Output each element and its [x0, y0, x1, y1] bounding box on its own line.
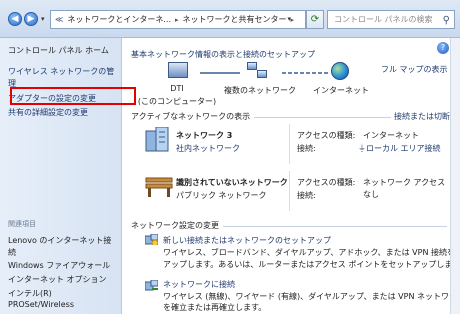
address-bar[interactable]: ≪ ネットワークとインターネ... ▸ ネットワークと共有センター ▸ ▾ [50, 10, 306, 29]
map-link-line [282, 72, 330, 74]
lenovo-internet-link-cont[interactable]: 続 [8, 247, 16, 258]
network-1-name: ネットワーク 3 [176, 131, 233, 140]
connect-disconnect-link[interactable]: 接続または切断 [391, 111, 450, 122]
new-connection-icon[interactable] [145, 234, 158, 245]
lenovo-internet-link[interactable]: Lenovo のインターネット接 [8, 235, 111, 246]
change-settings-header: ネットワーク設定の変更 [131, 220, 223, 231]
map-computer-name: DTI [170, 84, 184, 93]
vertical-scrollbar[interactable] [450, 38, 460, 314]
network-1-access-label: アクセスの種類: [297, 131, 356, 140]
map-multi-network[interactable] [240, 62, 276, 80]
address-toolbar: ◀ ▶ ▾ ≪ ネットワークとインターネ... ▸ ネットワークと共有センター … [0, 0, 460, 38]
breadcrumb-separator-icon[interactable]: ▸ [291, 16, 295, 24]
multi-network-icon [247, 62, 269, 80]
related-header: 関連項目 [8, 220, 36, 228]
address-dropdown-icon[interactable]: ▾ [287, 15, 291, 23]
intel-proset-link-cont[interactable]: PROSet/Wireless [8, 300, 74, 309]
network-2-access-value: ネットワーク アクセス [363, 178, 446, 187]
office-network-icon[interactable] [144, 127, 172, 153]
internet-options-link[interactable]: インターネット オプション [8, 274, 107, 285]
forward-button[interactable]: ▶ [24, 12, 38, 26]
active-networks-header: アクティブなネットワークの表示 [131, 111, 255, 122]
left-task-pane: コントロール パネル ホーム ワイヤレス ネットワークの管 理 アダプターの設定… [0, 38, 122, 314]
new-connection-desc-1: ワイヤレス、ブロードバンド、ダイヤルアップ、アドホック、または VPN 接続をセ… [163, 248, 460, 257]
network-2-type: パブリック ネットワーク [176, 191, 267, 200]
column-divider [289, 124, 290, 164]
connect-network-icon[interactable] [145, 280, 158, 291]
page-title: 基本ネットワーク情報の表示と接続のセットアップ [131, 50, 315, 59]
column-divider [289, 171, 290, 211]
control-panel-home-link[interactable]: コントロール パネル ホーム [8, 45, 109, 56]
network-1-access-value: インターネット [363, 131, 419, 140]
computer-icon [168, 62, 188, 78]
lan-connection-icon: ⏚ [358, 144, 366, 153]
public-network-bench-icon[interactable] [144, 174, 174, 198]
windows-firewall-link[interactable]: Windows ファイアウォール [8, 260, 110, 271]
new-connection-desc-2: アップします。あるいは、ルーターまたはアクセス ポイントをセットアップします。 [163, 260, 460, 269]
network-1-type-link[interactable]: 社内ネットワーク [176, 143, 240, 154]
breadcrumb-network-sharing-center[interactable]: ネットワークと共有センター [183, 14, 287, 25]
network-2-name: 識別されていないネットワーク [176, 178, 288, 187]
intel-proset-link[interactable]: インテル(R) [8, 288, 52, 299]
connect-to-network-link[interactable]: ネットワークに接続 [163, 279, 235, 290]
map-internet[interactable] [330, 62, 350, 80]
full-map-link[interactable]: フル マップの表示 [381, 64, 448, 75]
refresh-button[interactable]: ⟳ [306, 10, 324, 29]
map-link-line [200, 72, 240, 74]
network-2-access-value-cont: なし [363, 190, 379, 199]
manage-wireless-networks-link[interactable]: ワイヤレス ネットワークの管 [8, 66, 114, 77]
network-2-access-label: アクセスの種類: [297, 178, 356, 187]
map-multi-network-label: 複数のネットワーク [224, 86, 296, 95]
back-button[interactable]: ◀ [8, 12, 22, 26]
network-1-connection-link[interactable]: ローカル エリア接続 [366, 143, 441, 154]
breadcrumb-separator-icon[interactable]: ▸ [175, 16, 179, 24]
network-1-connection-label: 接続: [297, 144, 316, 153]
recent-pages-dropdown[interactable]: ▾ [41, 15, 45, 23]
connect-network-desc-2: を確立または再確立します。 [163, 303, 267, 312]
search-icon[interactable]: ⚲ [443, 12, 450, 28]
advanced-sharing-settings-link[interactable]: 共有の詳細設定の変更 [8, 107, 88, 118]
new-connection-link[interactable]: 新しい接続またはネットワークのセットアップ [163, 235, 331, 246]
help-icon[interactable]: ? [437, 42, 449, 54]
breadcrumb-network-internet[interactable]: ネットワークとインターネ... [67, 14, 171, 25]
network-2-connection-label: 接続: [297, 191, 316, 200]
search-placeholder: コントロール パネルの検索 [334, 15, 433, 24]
map-internet-label: インターネット [313, 86, 369, 95]
map-computer[interactable] [148, 62, 208, 78]
map-computer-sub: (このコンピューター) [137, 97, 217, 106]
search-input[interactable]: コントロール パネルの検索 ⚲ [327, 10, 455, 29]
globe-icon [331, 62, 349, 80]
adapter-settings-highlight [10, 87, 136, 105]
folder-icon: ≪ [55, 15, 64, 24]
